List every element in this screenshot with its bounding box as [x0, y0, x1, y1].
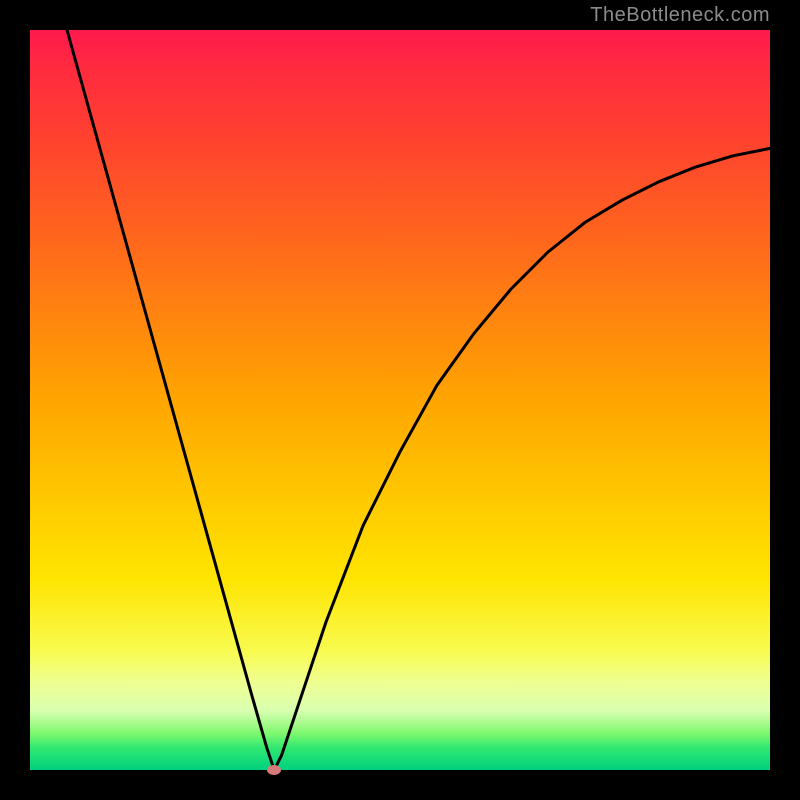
optimal-point-marker — [267, 765, 281, 775]
chart-frame: TheBottleneck.com — [0, 0, 800, 800]
attribution-label: TheBottleneck.com — [590, 4, 770, 27]
plot-area — [30, 30, 770, 770]
bottleneck-curve — [30, 30, 770, 770]
